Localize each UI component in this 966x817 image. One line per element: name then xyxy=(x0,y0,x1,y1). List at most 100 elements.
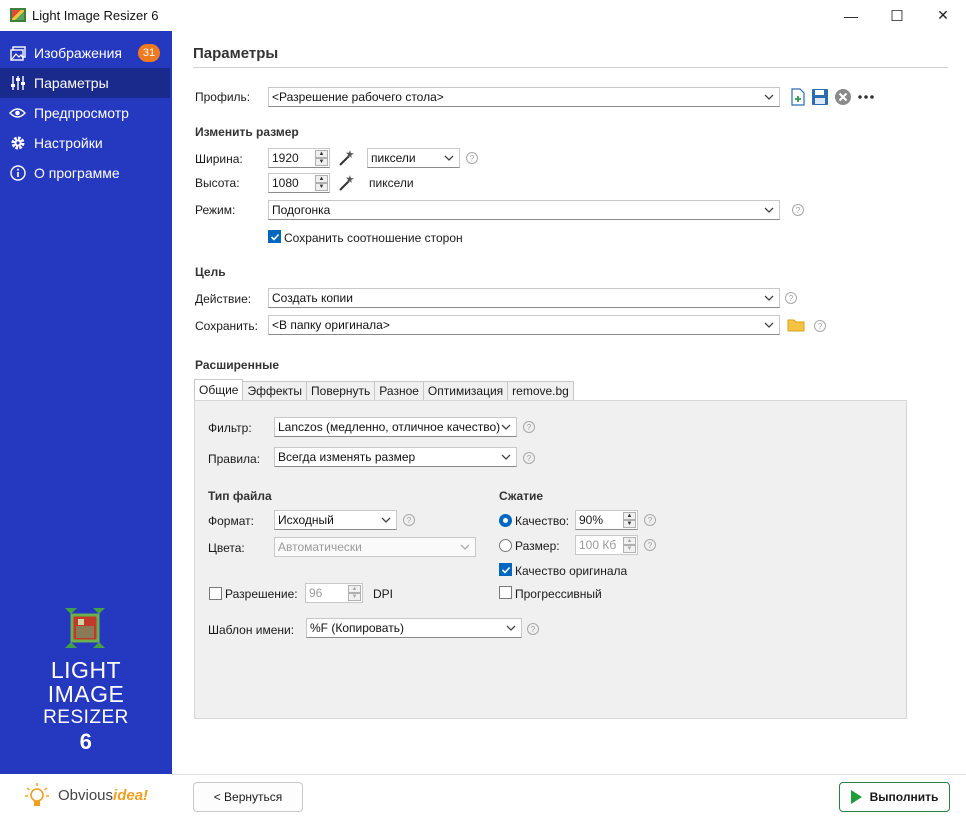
help-icon[interactable]: ? xyxy=(814,320,826,332)
width-stepper[interactable]: ▲ ▼ xyxy=(315,150,328,166)
general-tab-panel: Фильтр: Lanczos (медленно, отличное каче… xyxy=(194,400,907,719)
quality-input[interactable]: 90% ▲ ▼ xyxy=(575,510,638,530)
more-options-icon[interactable] xyxy=(857,88,875,106)
resolution-checkbox[interactable] xyxy=(209,587,222,600)
quality-stepper[interactable]: ▲ ▼ xyxy=(623,512,636,528)
resize-section-title: Изменить размер xyxy=(195,125,299,139)
filter-value: Lanczos (медленно, отличное качество) xyxy=(278,420,501,434)
mode-value: Подогонка xyxy=(272,203,331,217)
sidebar-item-images[interactable]: Изображения 31 xyxy=(0,38,170,68)
mode-label: Режим: xyxy=(195,203,236,217)
eye-icon xyxy=(9,105,26,122)
new-profile-icon[interactable] xyxy=(789,88,807,106)
progressive-checkbox[interactable] xyxy=(499,586,512,599)
run-button[interactable]: Выполнить xyxy=(839,782,950,812)
format-select[interactable]: Исходный xyxy=(274,510,397,530)
title-divider xyxy=(193,67,948,68)
help-icon[interactable]: ? xyxy=(466,152,478,164)
close-button[interactable]: ✕ xyxy=(920,0,966,31)
chevron-down-icon xyxy=(444,155,454,161)
action-select[interactable]: Создать копии xyxy=(268,288,780,308)
unit-value: пиксели xyxy=(371,151,416,165)
help-icon[interactable]: ? xyxy=(785,292,797,304)
profile-label: Профиль: xyxy=(195,90,251,104)
back-button[interactable]: < Вернуться xyxy=(193,782,303,812)
save-location-select[interactable]: <В папку оригинала> xyxy=(268,315,780,335)
chevron-down-icon xyxy=(460,544,470,550)
original-quality-label[interactable]: Качество оригинала xyxy=(515,564,627,578)
vendor-name: Obvious xyxy=(58,787,114,804)
rules-label: Правила: xyxy=(208,452,261,466)
checkmark-icon xyxy=(501,566,510,574)
tab-removebg[interactable]: remove.bg xyxy=(508,381,574,401)
rules-value: Всегда изменять размер xyxy=(278,450,416,464)
delete-profile-icon[interactable] xyxy=(834,88,852,106)
chevron-down-icon xyxy=(381,517,391,523)
quality-radio[interactable] xyxy=(499,514,512,527)
height-value: 1080 xyxy=(272,176,299,190)
unit-select[interactable]: пиксели xyxy=(367,148,460,168)
quality-label[interactable]: Качество: xyxy=(515,514,569,528)
sidebar: Изображения 31 Параметры Предпросмотр На… xyxy=(0,31,172,817)
width-input[interactable]: 1920 ▲ ▼ xyxy=(268,148,330,168)
size-stepper: ▲ ▼ xyxy=(623,537,636,553)
page-title: Параметры xyxy=(193,45,279,62)
info-icon xyxy=(9,165,26,182)
tab-misc[interactable]: Разное xyxy=(375,381,424,401)
mode-select[interactable]: Подогонка xyxy=(268,200,780,220)
magic-wand-icon[interactable] xyxy=(337,149,355,167)
tab-general[interactable]: Общие xyxy=(194,379,244,401)
filter-select[interactable]: Lanczos (медленно, отличное качество) xyxy=(274,417,517,437)
minimize-button[interactable]: — xyxy=(828,0,874,31)
height-input[interactable]: 1080 ▲ ▼ xyxy=(268,173,330,193)
play-icon xyxy=(850,790,862,804)
help-icon[interactable]: ? xyxy=(523,421,535,433)
sliders-icon xyxy=(9,75,26,92)
help-icon[interactable]: ? xyxy=(644,539,656,551)
help-icon[interactable]: ? xyxy=(527,623,539,635)
advanced-section-title: Расширенные xyxy=(195,358,279,372)
chevron-down-icon xyxy=(506,625,516,631)
tab-rotate[interactable]: Повернуть xyxy=(307,381,376,401)
lightbulb-icon xyxy=(25,783,49,806)
help-icon[interactable]: ? xyxy=(403,514,415,526)
height-stepper[interactable]: ▲ ▼ xyxy=(315,175,328,191)
rules-select[interactable]: Всегда изменять размер xyxy=(274,447,517,467)
sidebar-item-parameters[interactable]: Параметры xyxy=(0,68,170,98)
vendor-logo[interactable]: Obviousidea! xyxy=(0,774,172,817)
help-icon[interactable]: ? xyxy=(644,514,656,526)
sidebar-item-about[interactable]: О программе xyxy=(0,158,170,188)
save-location-value: <В папку оригинала> xyxy=(272,318,390,332)
maximize-button[interactable]: ☐ xyxy=(874,0,920,31)
sidebar-item-label: Настройки xyxy=(34,135,103,151)
original-quality-checkbox[interactable] xyxy=(499,563,512,576)
keep-ratio-label[interactable]: Сохранить соотношение сторон xyxy=(284,231,463,245)
sidebar-item-preview[interactable]: Предпросмотр xyxy=(0,98,170,128)
resolution-label[interactable]: Разрешение: xyxy=(225,587,298,601)
colors-select: Автоматически xyxy=(274,537,476,557)
naming-label: Шаблон имени: xyxy=(208,623,295,637)
help-icon[interactable]: ? xyxy=(523,452,535,464)
profile-value: <Разрешение рабочего стола> xyxy=(272,90,444,104)
size-label[interactable]: Размер: xyxy=(515,539,560,553)
colors-value: Автоматически xyxy=(278,540,362,554)
folder-icon[interactable] xyxy=(787,316,805,334)
logo-line-4: 6 xyxy=(79,729,93,754)
magic-wand-icon[interactable] xyxy=(337,174,355,192)
chevron-down-icon xyxy=(764,207,774,213)
naming-select[interactable]: %F (Копировать) xyxy=(306,618,522,638)
width-value: 1920 xyxy=(272,151,299,165)
keep-ratio-checkbox[interactable] xyxy=(268,230,281,243)
progressive-label[interactable]: Прогрессивный xyxy=(515,587,602,601)
profile-select[interactable]: <Разрешение рабочего стола> xyxy=(268,87,780,107)
format-label: Формат: xyxy=(208,514,254,528)
tab-optimization[interactable]: Оптимизация xyxy=(423,381,509,401)
save-profile-icon[interactable] xyxy=(811,88,829,106)
tab-effects[interactable]: Эффекты xyxy=(243,381,308,401)
sidebar-item-label: О программе xyxy=(34,165,120,181)
size-radio[interactable] xyxy=(499,539,512,552)
help-icon[interactable]: ? xyxy=(792,204,804,216)
sidebar-item-settings[interactable]: Настройки xyxy=(0,128,170,158)
logo-mark-icon xyxy=(65,608,105,648)
chevron-down-icon xyxy=(501,424,511,430)
